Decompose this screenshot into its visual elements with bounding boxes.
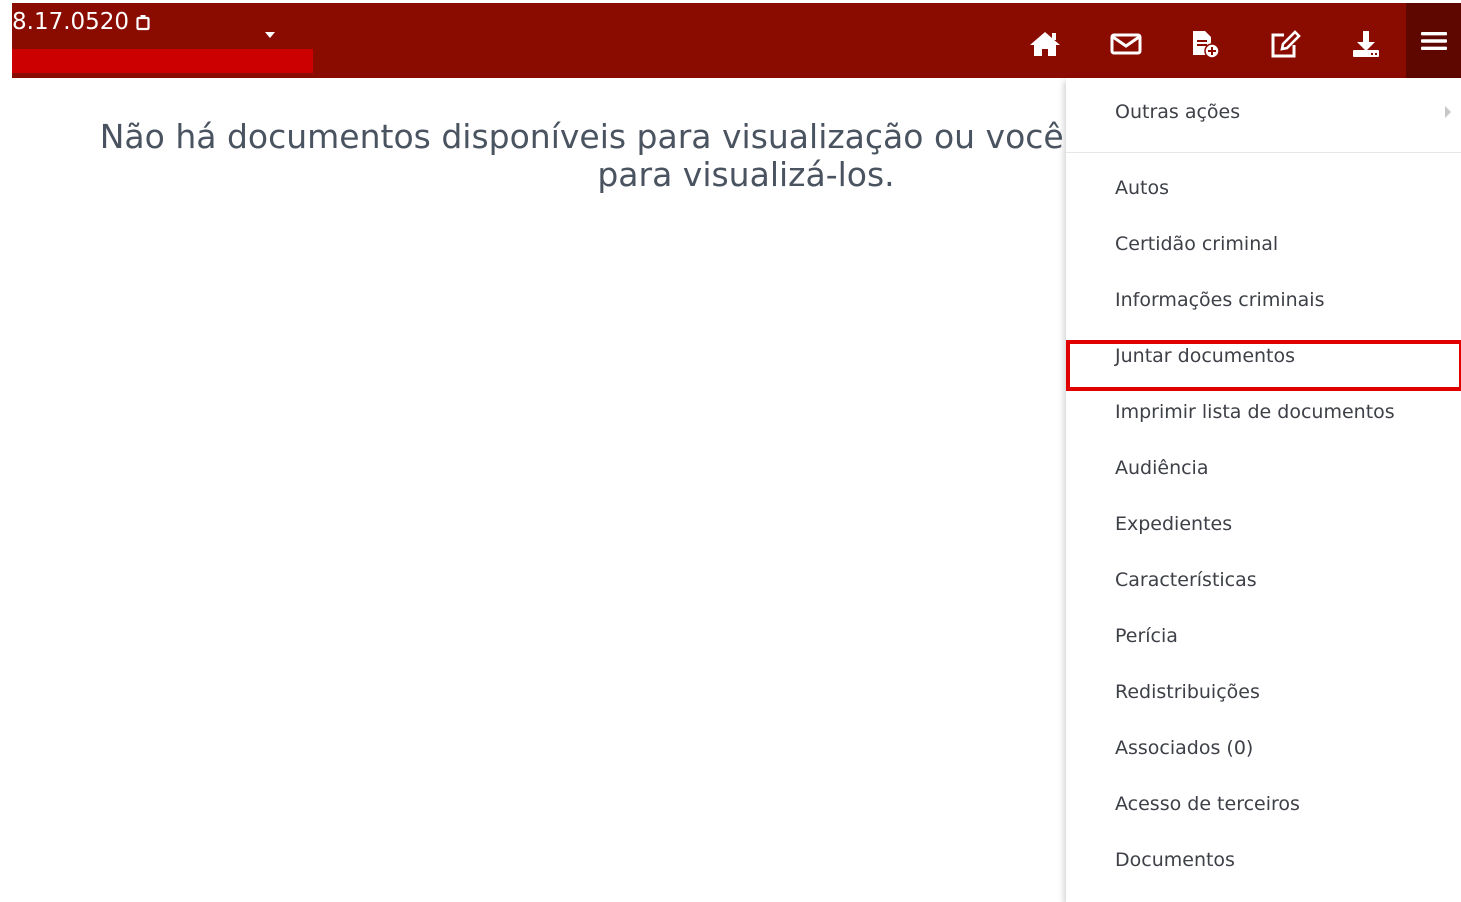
menu-item-redistribuicoes[interactable]: Redistribuições xyxy=(1066,664,1461,720)
hamburger-menu-button[interactable] xyxy=(1406,3,1461,78)
submenu-outras-acoes[interactable]: Outras ações xyxy=(1066,78,1461,153)
process-number-display: 8.17.0520 xyxy=(12,9,152,35)
mail-button[interactable] xyxy=(1106,25,1146,63)
home-icon xyxy=(1030,32,1060,56)
download-button[interactable] xyxy=(1346,25,1386,63)
menu-item-audiencia[interactable]: Audiência xyxy=(1066,440,1461,496)
menu-item-documentos[interactable]: Documentos xyxy=(1066,832,1461,888)
actions-dropdown-menu: Outras ações Autos Certidão criminal Inf… xyxy=(1066,78,1461,902)
page: 8.17.0520 Não há documentos disponíveis … xyxy=(0,0,1461,902)
redacted-block xyxy=(12,49,313,73)
menu-item-acesso-de-terceiros[interactable]: Acesso de terceiros xyxy=(1066,776,1461,832)
add-document-button[interactable] xyxy=(1184,25,1224,63)
copy-icon[interactable] xyxy=(135,13,152,31)
menu-item-associados[interactable]: Associados (0) xyxy=(1066,720,1461,776)
menu-item-certidao-criminal[interactable]: Certidão criminal xyxy=(1066,216,1461,272)
menu-item-caracteristicas[interactable]: Características xyxy=(1066,552,1461,608)
edit-button[interactable] xyxy=(1265,25,1305,63)
process-dropdown-caret-icon[interactable] xyxy=(265,32,275,38)
submenu-label: Outras ações xyxy=(1115,101,1241,123)
menu-item-juntar-documentos[interactable]: Juntar documentos xyxy=(1066,328,1461,384)
caret-right-icon xyxy=(1445,106,1451,118)
document-add-icon xyxy=(1193,31,1220,59)
menu-item-informacoes-criminais[interactable]: Informações criminais xyxy=(1066,272,1461,328)
edit-icon xyxy=(1271,30,1301,58)
menu-item-expedientes[interactable]: Expedientes xyxy=(1066,496,1461,552)
menu-item-pericia[interactable]: Perícia xyxy=(1066,608,1461,664)
dropdown-item-list: Autos Certidão criminal Informações crim… xyxy=(1066,160,1461,888)
top-bar: 8.17.0520 xyxy=(12,3,1461,78)
menu-item-autos[interactable]: Autos xyxy=(1066,160,1461,216)
download-icon xyxy=(1353,31,1379,57)
menu-item-imprimir-lista-documentos[interactable]: Imprimir lista de documentos xyxy=(1066,384,1461,440)
envelope-icon xyxy=(1110,33,1142,55)
process-number: 8.17.0520 xyxy=(12,9,130,35)
hamburger-menu-icon xyxy=(1420,31,1447,50)
home-button[interactable] xyxy=(1025,25,1065,63)
